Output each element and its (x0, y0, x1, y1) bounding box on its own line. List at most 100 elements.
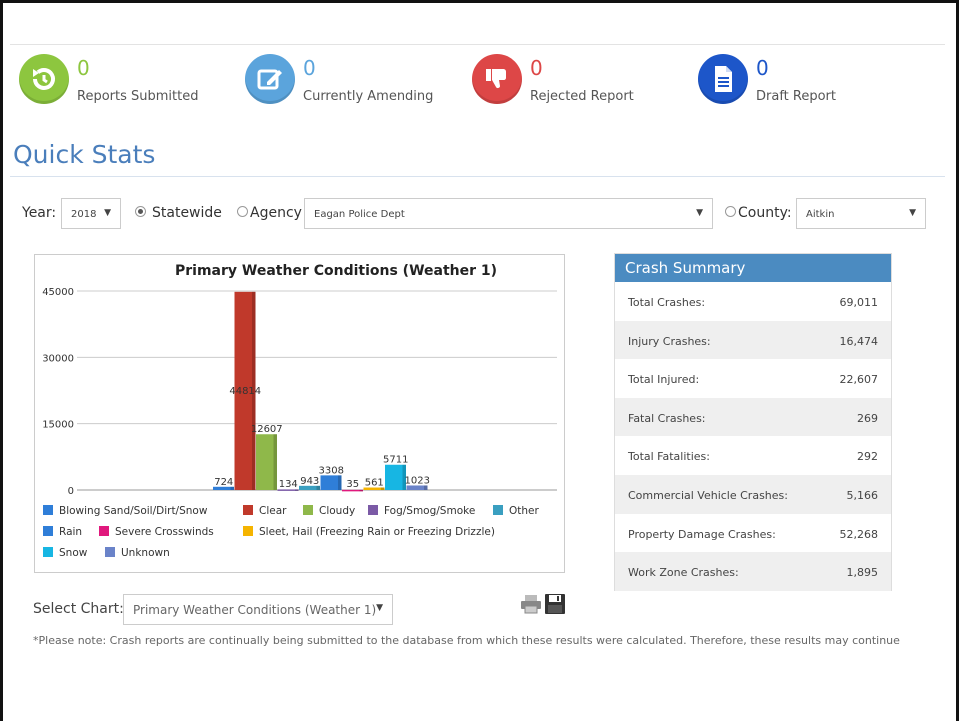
year-select[interactable]: 2018 ▼ (61, 198, 121, 229)
chevron-down-icon: ▼ (376, 603, 383, 613)
stat-count: 0 (303, 56, 316, 80)
summary-label: Property Damage Crashes: (628, 527, 776, 541)
y-tick-label: 0 (68, 486, 74, 497)
divider (10, 44, 945, 45)
divider (10, 176, 945, 177)
summary-row: Injury Crashes: 16,474 (615, 320, 891, 360)
data-label: 3308 (319, 465, 344, 476)
summary-value: 69,011 (839, 296, 879, 309)
chart-title: Primary Weather Conditions (Weather 1) (175, 263, 498, 279)
legend-item[interactable]: Clear (243, 505, 286, 517)
data-label: 35 (346, 479, 359, 490)
stat-label: Rejected Report (530, 89, 634, 104)
thumbs-down-icon (472, 54, 522, 104)
summary-label: Commercial Vehicle Crashes: (628, 488, 788, 502)
legend-swatch (43, 526, 53, 536)
data-label: 561 (365, 478, 384, 489)
legend-label: Clear (259, 505, 287, 517)
county-radio[interactable] (725, 206, 736, 217)
summary-row: Total Fatalities: 292 (615, 436, 891, 475)
chart-bar-shade (273, 434, 277, 490)
legend-item[interactable]: Snow (43, 547, 87, 559)
filter-bar: Year: 2018 ▼ Statewide Agency Eagan Poli… (0, 198, 959, 230)
statewide-radio[interactable] (135, 206, 146, 217)
stat-count: 0 (77, 56, 90, 80)
legend-label: Unknown (121, 547, 170, 559)
legend-label: Cloudy (319, 505, 356, 517)
data-label: 943 (300, 476, 319, 487)
summary-label: Fatal Crashes: (628, 411, 706, 425)
legend-swatch (99, 526, 109, 536)
chevron-down-icon: ▼ (104, 208, 111, 218)
summary-label: Total Injured: (628, 373, 700, 387)
data-label: 724 (214, 477, 233, 488)
stat-label: Reports Submitted (77, 89, 199, 104)
summary-label: Work Zone Crashes: (628, 566, 739, 580)
select-chart-value: Primary Weather Conditions (Weather 1) (133, 603, 377, 617)
stat-label: Currently Amending (303, 89, 434, 104)
weather-chart: 45000 30000 15000 0 724 44814 12607 134 943 3308 3… (34, 254, 565, 573)
agency-radio[interactable] (237, 206, 248, 217)
county-select[interactable]: Aitkin ▼ (796, 198, 926, 229)
summary-value: 5,166 (846, 488, 879, 502)
legend-item[interactable]: Fog/Smog/Smoke (368, 505, 475, 517)
summary-row: Fatal Crashes: 269 (615, 397, 891, 437)
legend-label: Blowing Sand/Soil/Dirt/Snow (59, 505, 208, 517)
crash-summary-panel: Crash Summary Total Crashes: 69,011 Injury… (614, 253, 892, 591)
data-label: 134 (279, 479, 298, 490)
data-label: 1023 (405, 475, 430, 486)
legend-label: Snow (59, 547, 88, 559)
summary-row: Total Injured: 22,607 (615, 359, 891, 398)
select-chart-label: Select Chart: (33, 601, 124, 617)
legend-item[interactable]: Other (493, 505, 539, 517)
agency-label[interactable]: Agency (250, 205, 302, 221)
legend-item[interactable]: Blowing Sand/Soil/Dirt/Snow (43, 505, 207, 517)
summary-value: 1,895 (846, 566, 879, 580)
chart-bar-shade (359, 489, 363, 492)
data-label: 12607 (251, 424, 283, 435)
summary-value: 22,607 (839, 373, 879, 387)
legend-label: Rain (59, 526, 83, 538)
summary-label: Injury Crashes: (628, 334, 711, 348)
chevron-down-icon: ▼ (909, 208, 916, 218)
summary-row: Property Damage Crashes: 52,268 (615, 514, 891, 553)
legend-item[interactable]: Cloudy (303, 505, 355, 517)
refresh-icon (19, 54, 69, 104)
print-icon[interactable] (520, 594, 542, 614)
legend-swatch (368, 505, 378, 515)
year-label: Year: (22, 205, 57, 221)
document-icon (698, 54, 748, 104)
edit-icon (245, 54, 295, 104)
stat-count: 0 (530, 56, 543, 80)
legend-item[interactable]: Severe Crosswinds (99, 526, 214, 538)
county-label[interactable]: County: (738, 205, 792, 221)
summary-row: Work Zone Crashes: 1,895 (615, 552, 891, 591)
y-tick-label: 15000 (42, 420, 74, 431)
agency-select[interactable]: Eagan Police Dept ▼ (304, 198, 713, 229)
y-tick-label: 30000 (42, 353, 74, 364)
legend-label: Other (509, 505, 539, 517)
legend-item[interactable]: Unknown (105, 547, 170, 559)
legend-item[interactable]: Rain (43, 526, 82, 538)
page-title: Quick Stats (13, 140, 156, 169)
agency-value: Eagan Police Dept (314, 209, 405, 220)
summary-row: Commercial Vehicle Crashes: 5,166 (615, 474, 891, 514)
statewide-label[interactable]: Statewide (152, 205, 222, 221)
save-icon[interactable] (544, 593, 566, 615)
legend-item[interactable]: Sleet, Hail (Freezing Rain or Freezing D… (243, 526, 495, 538)
chart-bar-shade (338, 475, 342, 490)
legend-swatch (243, 505, 253, 515)
select-chart-dropdown[interactable]: Primary Weather Conditions (Weather 1) ▼ (123, 594, 393, 625)
summary-value: 16,474 (839, 334, 879, 348)
data-label: 5711 (383, 455, 408, 466)
legend-swatch (43, 505, 53, 515)
summary-value: 269 (857, 411, 878, 425)
legend-swatch (105, 547, 115, 557)
stat-label: Draft Report (756, 89, 836, 104)
summary-row: Total Crashes: 69,011 (615, 282, 891, 321)
legend-label: Severe Crosswinds (115, 526, 214, 538)
stat-count: 0 (756, 56, 769, 80)
legend-label: Sleet, Hail (Freezing Rain or Freezing D… (259, 526, 495, 538)
y-tick-label: 45000 (42, 287, 74, 298)
summary-label: Total Fatalities: (628, 450, 710, 464)
